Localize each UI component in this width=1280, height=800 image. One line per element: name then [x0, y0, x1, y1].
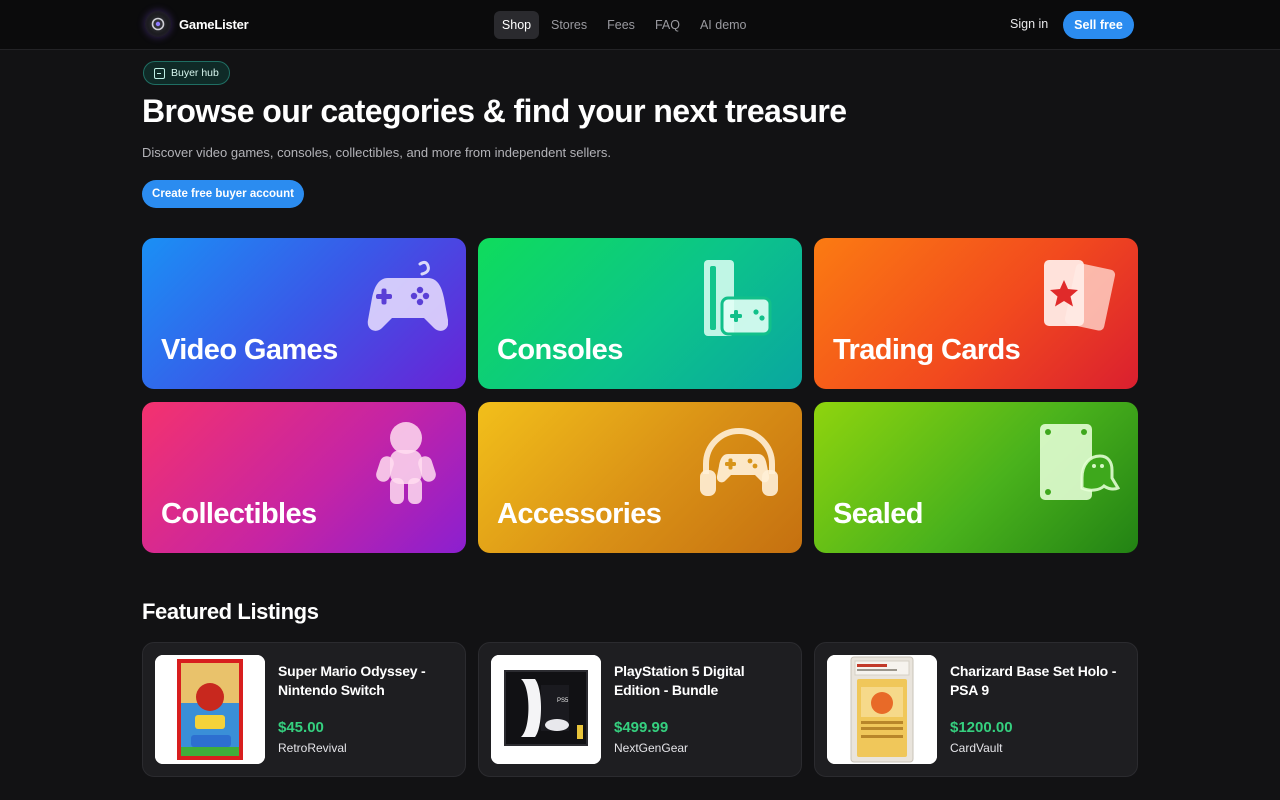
page-subtitle: Discover video games, consoles, collecti… [142, 145, 611, 160]
nav-stores[interactable]: Stores [543, 11, 595, 39]
top-nav-bar: GameLister Shop Stores Fees FAQ AI demo … [0, 0, 1280, 50]
console-icon [704, 260, 772, 336]
category-label: Video Games [161, 334, 338, 366]
listing-seller: NextGenGear [614, 741, 689, 755]
bag-icon [154, 67, 165, 79]
nav-faq[interactable]: FAQ [647, 11, 688, 39]
brand-name: GameLister [179, 16, 249, 32]
listing-card[interactable]: PS5 PlayStation 5 Digital Edition - Bund… [478, 642, 802, 777]
category-label: Consoles [497, 334, 623, 366]
category-label: Sealed [833, 498, 924, 530]
sell-free-button[interactable]: Sell free [1063, 11, 1134, 39]
buyer-hub-badge: Buyer hub [143, 61, 230, 85]
listing-price: $45.00 [278, 719, 324, 736]
figure-icon [376, 422, 436, 504]
gamepad-icon [367, 260, 448, 331]
badge-label: Buyer hub [171, 67, 219, 79]
sealed-box-icon [1040, 424, 1120, 500]
listing-card[interactable]: Super Mario Odyssey - Nintendo Switch $4… [142, 642, 466, 777]
headset-icon [700, 428, 778, 496]
category-accessories[interactable]: Accessories [478, 402, 802, 553]
listing-price: $499.99 [614, 719, 669, 736]
category-video-games[interactable]: Video Games [142, 238, 466, 389]
sign-in-link[interactable]: Sign in [1010, 17, 1048, 31]
category-sealed[interactable]: Sealed [814, 402, 1138, 553]
listing-image: PS5 [491, 655, 601, 764]
main-nav: Shop Stores Fees FAQ AI demo [494, 11, 755, 39]
category-label: Collectibles [161, 498, 317, 530]
category-label: Trading Cards [833, 334, 1021, 366]
brand[interactable]: GameLister [145, 11, 249, 37]
logo-icon [145, 11, 171, 37]
listing-card[interactable]: Charizard Base Set Holo - PSA 9 $1200.00… [814, 642, 1138, 777]
listing-title: PlayStation 5 Digital Edition - Bundle [614, 663, 745, 698]
listing-title: Super Mario Odyssey - Nintendo Switch [278, 663, 426, 698]
listing-image [827, 655, 937, 764]
featured-listings-heading: Featured Listings [142, 599, 319, 624]
category-consoles[interactable]: Consoles [478, 238, 802, 389]
category-collectibles[interactable]: Collectibles [142, 402, 466, 553]
category-label: Accessories [497, 498, 662, 530]
nav-fees[interactable]: Fees [599, 11, 643, 39]
listing-image [155, 655, 265, 764]
svg-text:PS5: PS5 [557, 698, 569, 704]
listing-seller: RetroRevival [278, 741, 347, 755]
listing-title: Charizard Base Set Holo - PSA 9 [950, 663, 1117, 698]
nav-ai-demo[interactable]: AI demo [692, 11, 755, 39]
category-trading-cards[interactable]: Trading Cards [814, 238, 1138, 389]
page-title: Browse our categories & find your next t… [142, 93, 847, 129]
nav-shop[interactable]: Shop [494, 11, 539, 39]
cards-icon [1044, 260, 1116, 331]
listing-price: $1200.00 [950, 719, 1013, 736]
create-buyer-account-button[interactable]: Create free buyer account [142, 180, 304, 208]
listing-seller: CardVault [950, 741, 1003, 755]
